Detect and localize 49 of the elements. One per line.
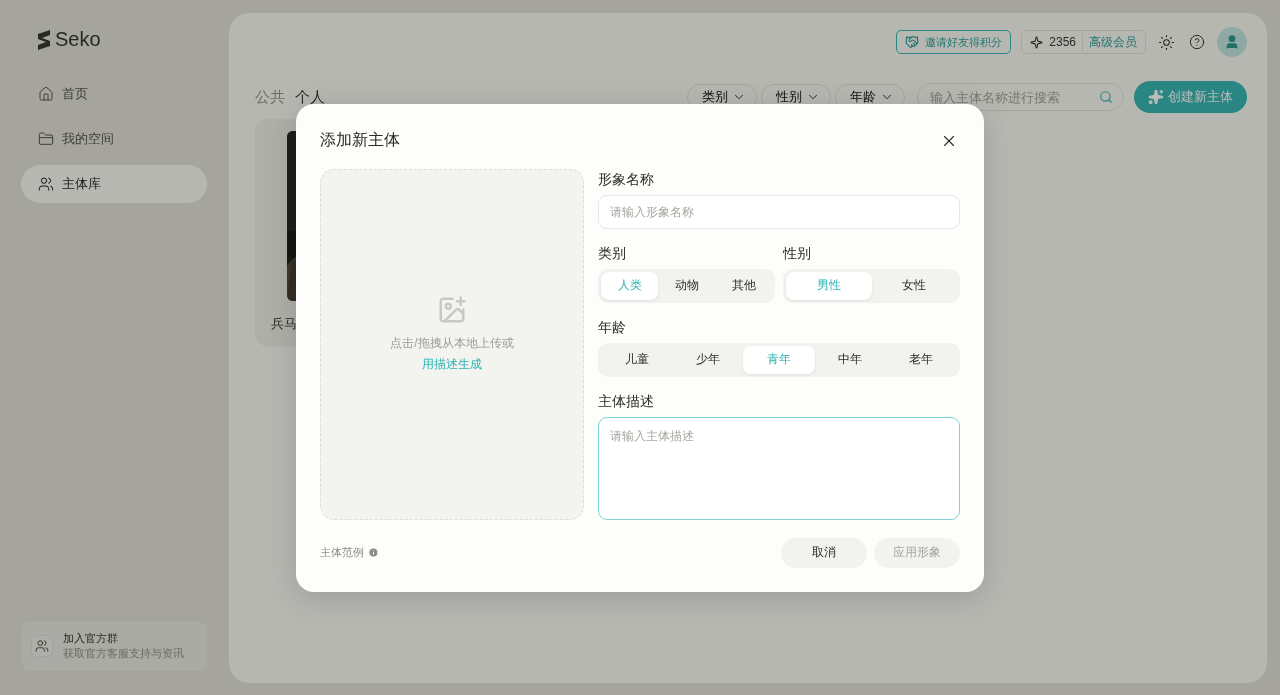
nav-label: 我的空间 xyxy=(62,130,114,148)
option-tab[interactable]: 动物 xyxy=(658,271,715,300)
field-label: 年龄 xyxy=(598,317,627,337)
card-subtitle: 获取官方客服支持与资讯 xyxy=(63,646,184,661)
field-label: 主体描述 xyxy=(598,391,655,411)
nav-label: 主体库 xyxy=(62,175,101,193)
tab[interactable]: 个人 xyxy=(295,87,335,107)
image-icon xyxy=(437,295,467,325)
dialog-title: 添加新主体 xyxy=(320,130,400,150)
upload-hint: 点击/拖拽从本地上传或 xyxy=(390,335,514,352)
name-input[interactable]: 请输入形象名称 xyxy=(598,194,960,229)
option-tab[interactable]: 中年 xyxy=(814,345,886,374)
description-input[interactable]: 请输入主体描述 xyxy=(598,416,960,520)
sparkles-icon xyxy=(1148,89,1164,105)
users-icon xyxy=(38,176,54,192)
card-title: 加入官方群 xyxy=(63,631,119,646)
field-label: 性别 xyxy=(783,243,812,263)
community-card[interactable]: 加入官方群 获取官方客服支持与资讯 xyxy=(21,621,207,671)
logo-icon xyxy=(37,29,51,50)
sparkle-icon xyxy=(1030,35,1044,49)
nav-item[interactable]: 我的空间 xyxy=(21,120,207,158)
help-button[interactable] xyxy=(1187,32,1207,52)
membership-label: 高级会员 xyxy=(1082,33,1137,51)
folder-icon xyxy=(38,131,54,147)
logo-text: Seko xyxy=(55,28,101,51)
example-label: 主体范例 xyxy=(320,545,364,560)
nav-item[interactable]: 主体库 xyxy=(21,165,207,203)
field-label: 类别 xyxy=(598,243,627,263)
option-tab[interactable]: 老年 xyxy=(885,345,957,374)
users-icon xyxy=(35,639,49,653)
field-label: 形象名称 xyxy=(598,169,655,189)
option-tab[interactable]: 少年 xyxy=(672,345,744,374)
home-icon xyxy=(38,86,54,102)
cancel-button[interactable]: 取消 xyxy=(781,537,867,568)
info-icon[interactable] xyxy=(368,547,379,558)
help-icon xyxy=(1189,34,1205,50)
handshake-icon xyxy=(905,35,920,49)
search-input[interactable]: 输入主体名称进行搜索 xyxy=(928,88,1099,106)
card-name: 兵马 xyxy=(271,315,298,333)
option-tab[interactable]: 其他 xyxy=(715,271,772,300)
option-tab[interactable]: 儿童 xyxy=(601,345,673,374)
nav-item[interactable]: 首页 xyxy=(21,75,207,113)
sun-icon xyxy=(1158,33,1175,51)
search-icon xyxy=(1099,90,1113,104)
user-icon xyxy=(1224,34,1240,50)
credit-count: 2356 xyxy=(1049,35,1076,49)
nav-label: 首页 xyxy=(62,85,88,103)
avatar-button[interactable] xyxy=(1217,27,1247,57)
option-tab[interactable]: 女性 xyxy=(871,271,957,300)
